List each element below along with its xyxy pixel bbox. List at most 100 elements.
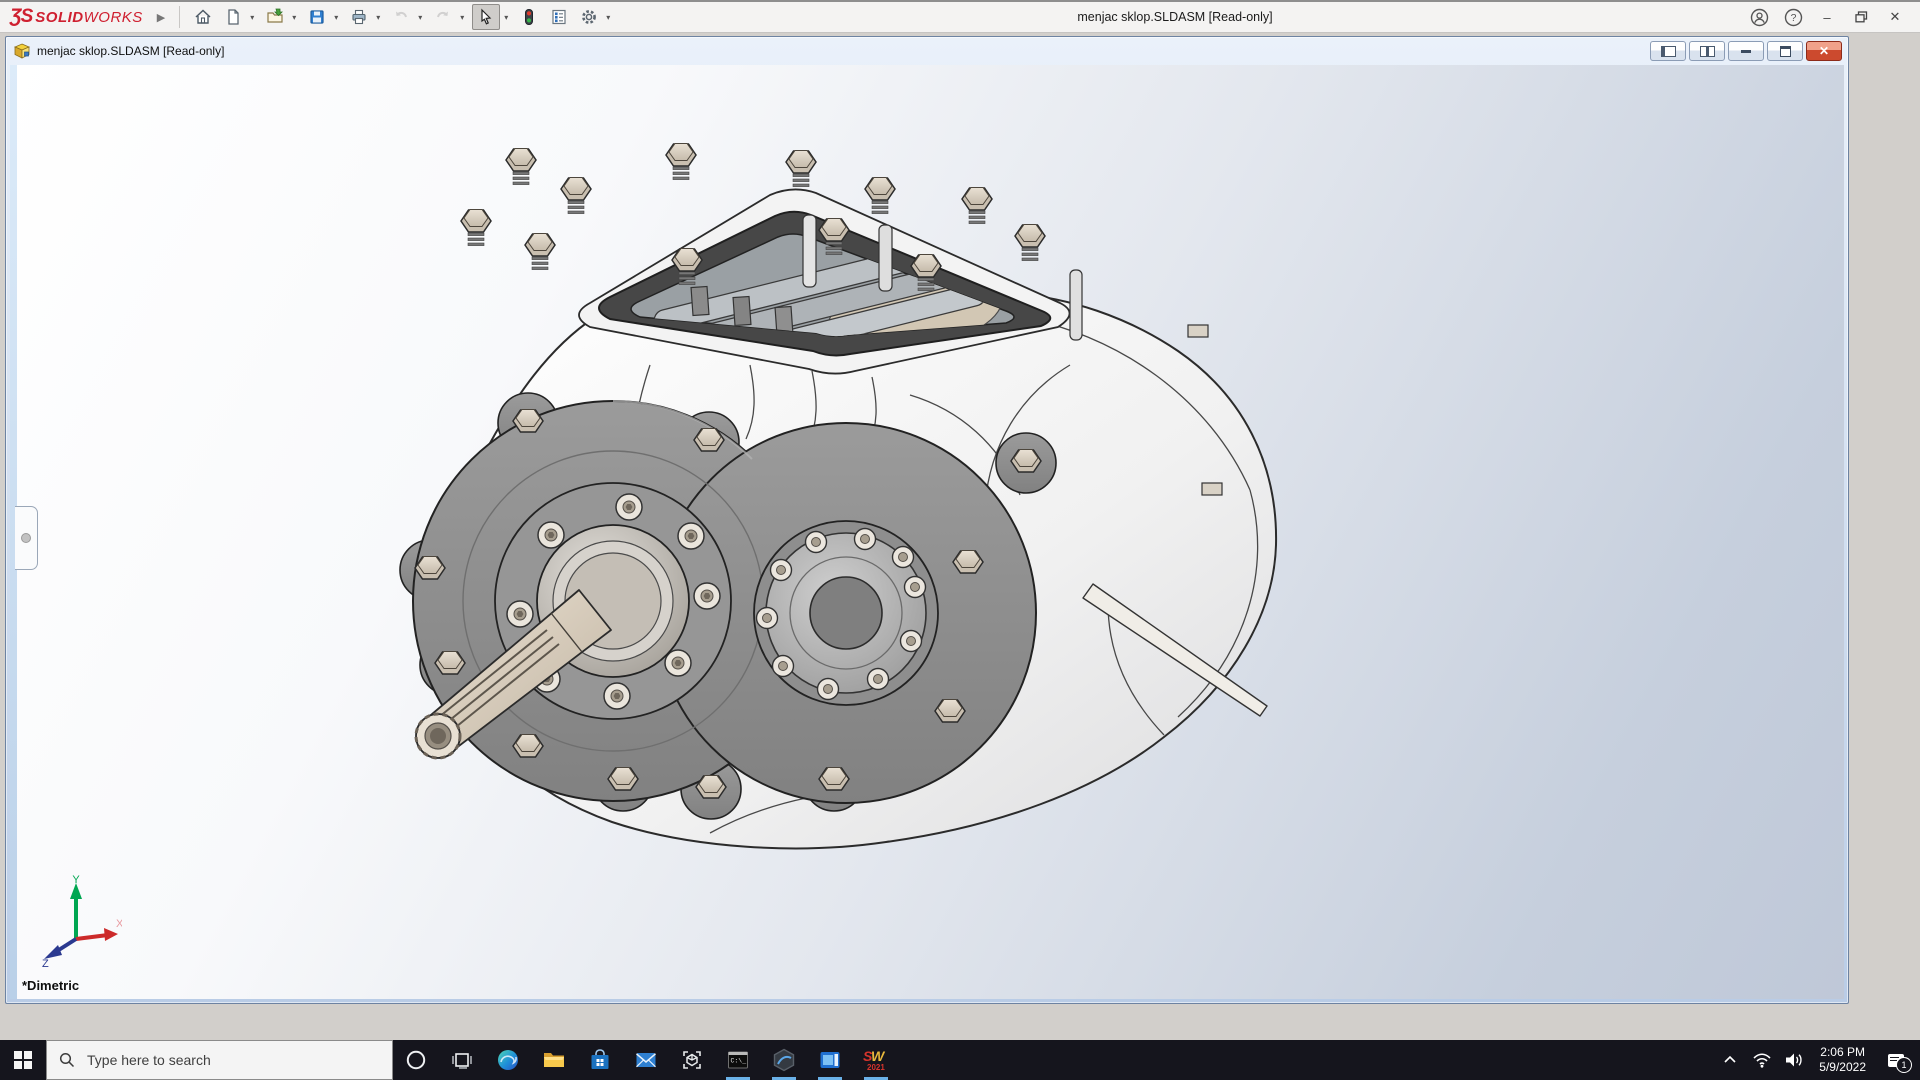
options-dropdown[interactable]: ▾ xyxy=(602,5,614,29)
taskbar-item-cortana[interactable] xyxy=(393,1040,439,1080)
search-icon xyxy=(59,1052,75,1068)
media-app-icon xyxy=(820,1052,840,1068)
wifi-icon xyxy=(1753,1053,1771,1068)
select-tool-dropdown[interactable]: ▾ xyxy=(500,5,512,29)
solidworks-year-badge: 2021 xyxy=(867,1063,885,1072)
splitter-grip-icon xyxy=(21,533,31,543)
hexagon-app-icon xyxy=(773,1048,795,1072)
right-bearing-cover[interactable] xyxy=(753,520,939,706)
redo-icon xyxy=(437,11,449,18)
taskbar-item-file-explorer[interactable] xyxy=(531,1040,577,1080)
feature-pane-splitter[interactable] xyxy=(15,506,38,570)
minimize-icon xyxy=(1741,49,1751,53)
mail-icon xyxy=(636,1053,656,1068)
home-icon xyxy=(195,9,211,24)
undo-dropdown[interactable]: ▾ xyxy=(414,5,426,29)
doc-close-button[interactable]: ✕ xyxy=(1806,41,1842,61)
redo-button[interactable] xyxy=(430,5,456,29)
taskbar-item-solidworks[interactable]: S W 2021 xyxy=(853,1040,899,1080)
app-restore-button[interactable] xyxy=(1846,4,1876,30)
print-icon xyxy=(352,9,366,25)
document-window: menjac sklop.SLDASM [Read-only] ✕ Y X Z … xyxy=(5,36,1849,1004)
help-button[interactable]: ? xyxy=(1778,4,1808,30)
select-tool-button[interactable] xyxy=(472,4,501,30)
toolbar-separator xyxy=(179,6,181,28)
gearbox-model[interactable] xyxy=(10,65,1844,999)
clock-date: 5/9/2022 xyxy=(1819,1060,1866,1074)
notification-count-badge: 1 xyxy=(1896,1057,1912,1073)
undo-icon xyxy=(396,11,408,18)
new-document-button[interactable] xyxy=(220,5,246,29)
account-button[interactable] xyxy=(1744,4,1774,30)
restore-window-icon xyxy=(1779,45,1791,57)
windows-logo-icon xyxy=(14,1051,32,1069)
assembly-file-icon xyxy=(14,43,31,59)
pane-left-icon xyxy=(1660,45,1676,57)
new-document-icon xyxy=(228,9,239,25)
print-button[interactable] xyxy=(346,5,372,29)
app-close-button[interactable]: ✕ xyxy=(1880,4,1910,30)
solidworks-logo-solid: SOLID xyxy=(35,9,84,26)
start-button[interactable] xyxy=(0,1040,46,1080)
speaker-icon xyxy=(1786,1053,1802,1067)
open-button[interactable] xyxy=(262,5,288,29)
cortana-icon xyxy=(406,1050,426,1070)
app-minimize-button[interactable]: – xyxy=(1812,4,1842,30)
document-title: menjac sklop.SLDASM [Read-only] xyxy=(37,44,225,58)
svg-text:W: W xyxy=(871,1048,886,1064)
restore-icon xyxy=(1854,11,1867,23)
solidworks-logo-mark: ƷS xyxy=(10,6,33,27)
account-icon xyxy=(1750,8,1768,26)
app-titlebar: ƷS SOLID WORKS ▶ ▾ ▾ ▾ ▾ ▾ ▾ ▾ ▾ menjac … xyxy=(0,0,1920,33)
taskbar-item-media-app[interactable] xyxy=(807,1040,853,1080)
feature-pane-toggle-button[interactable] xyxy=(1650,41,1686,61)
chevron-up-icon xyxy=(1724,1055,1736,1063)
task-pane-toggle-button[interactable] xyxy=(1689,41,1725,61)
save-dropdown[interactable]: ▾ xyxy=(330,5,342,29)
open-dropdown[interactable]: ▾ xyxy=(288,5,300,29)
pane-right-icon xyxy=(1699,45,1715,57)
undo-button[interactable] xyxy=(388,5,414,29)
print-dropdown[interactable]: ▾ xyxy=(372,5,384,29)
redo-dropdown[interactable]: ▾ xyxy=(456,5,468,29)
svg-text:C:\_: C:\_ xyxy=(731,1058,747,1065)
file-properties-button[interactable] xyxy=(546,5,572,29)
selection-lights-button[interactable] xyxy=(516,5,542,29)
doc-minimize-button[interactable] xyxy=(1728,41,1764,61)
taskbar-item-hexagon-app[interactable] xyxy=(761,1040,807,1080)
network-button[interactable] xyxy=(1749,1040,1775,1080)
hidden-icons-button[interactable] xyxy=(1717,1040,1743,1080)
menu-flyout-arrow-icon[interactable]: ▶ xyxy=(157,11,165,24)
solidworks-2021-icon: S W 2021 xyxy=(863,1048,886,1072)
taskbar-item-store[interactable] xyxy=(577,1040,623,1080)
taskbar-clock[interactable]: 2:06 PM 5/9/2022 xyxy=(1813,1045,1872,1075)
open-icon xyxy=(267,8,283,23)
file-explorer-icon xyxy=(544,1053,564,1067)
document-titlebar[interactable]: menjac sklop.SLDASM [Read-only] ✕ xyxy=(6,37,1848,65)
close-icon: ✕ xyxy=(1818,44,1830,58)
home-button[interactable] xyxy=(190,5,216,29)
search-input[interactable] xyxy=(85,1051,339,1069)
orientation-triad: Y X Z xyxy=(42,875,122,967)
new-document-dropdown[interactable]: ▾ xyxy=(246,5,258,29)
taskbar-search[interactable] xyxy=(46,1040,393,1080)
select-cursor-icon xyxy=(481,8,492,25)
command-prompt-icon: C:\_ xyxy=(728,1051,748,1069)
task-view-icon xyxy=(452,1053,472,1069)
doc-restore-button[interactable] xyxy=(1767,41,1803,61)
save-button[interactable] xyxy=(304,5,330,29)
app-window-title: menjac sklop.SLDASM [Read-only] xyxy=(1077,10,1273,24)
volume-button[interactable] xyxy=(1781,1040,1807,1080)
taskbar-item-edge[interactable] xyxy=(485,1040,531,1080)
solidworks-logo: ƷS SOLID WORKS xyxy=(10,6,143,28)
3d-viewport[interactable]: Y X Z *Dimetric xyxy=(10,65,1844,999)
options-button[interactable] xyxy=(576,5,602,29)
taskbar-item-3d-viewer[interactable] xyxy=(669,1040,715,1080)
taskbar-item-command-prompt[interactable]: C:\_ xyxy=(715,1040,761,1080)
action-center-button[interactable]: 1 xyxy=(1878,1040,1914,1080)
store-icon xyxy=(591,1049,609,1069)
taskbar-item-task-view[interactable] xyxy=(439,1040,485,1080)
options-gear-icon xyxy=(582,10,597,24)
save-icon xyxy=(310,10,324,24)
taskbar-item-mail[interactable] xyxy=(623,1040,669,1080)
